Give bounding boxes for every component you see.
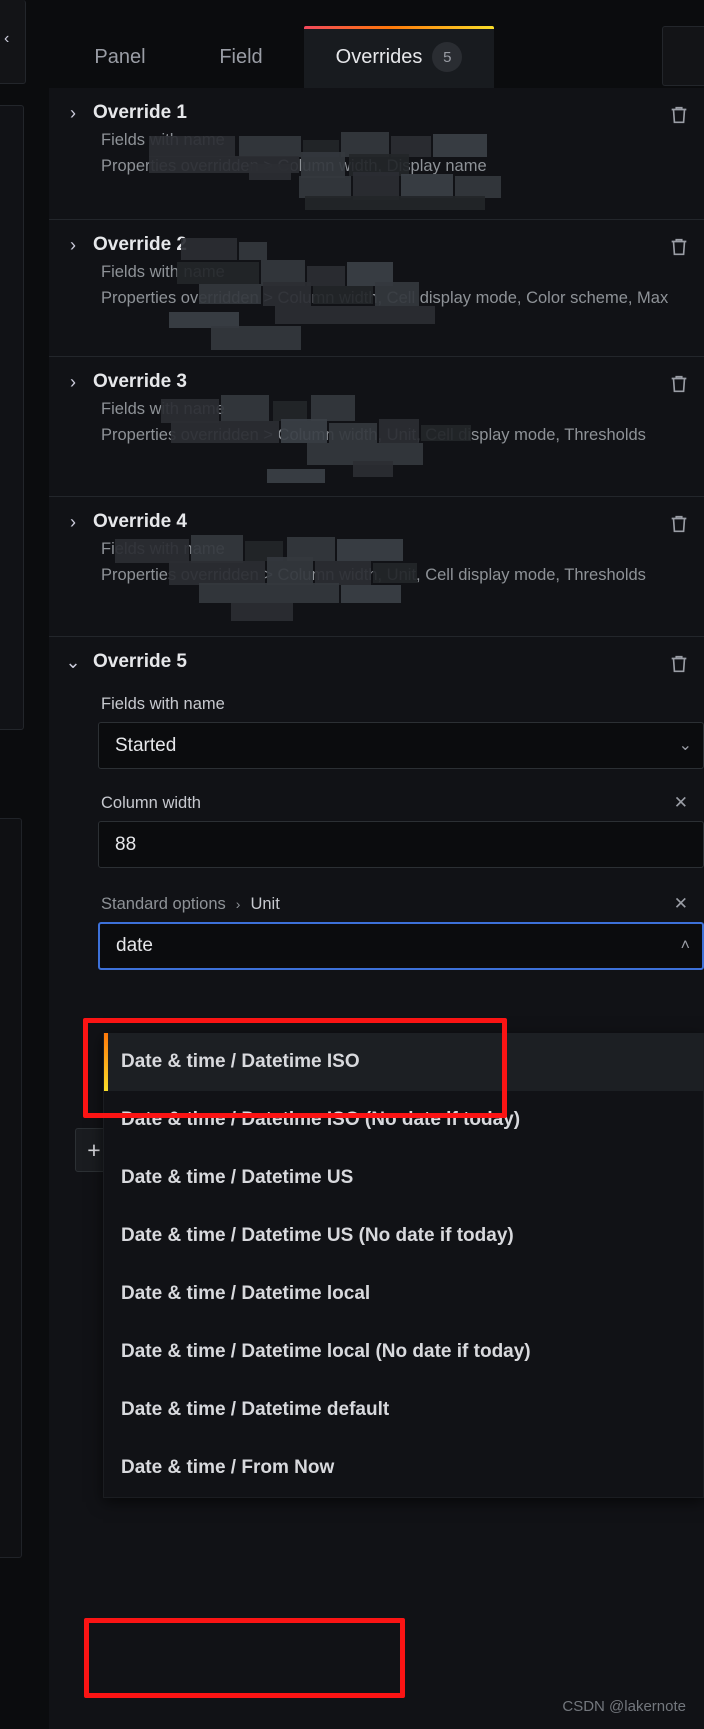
unit-option-label: Date & time / Datetime US (121, 1167, 354, 1188)
unit-option-datetime-iso[interactable]: Date & time / Datetime ISO (104, 1033, 703, 1091)
column-width-row: Column width ✕ (49, 793, 704, 813)
unit-option-datetime-local[interactable]: Date & time / Datetime local (104, 1265, 703, 1323)
overrides-count-badge: 5 (432, 42, 463, 72)
unit-option-label: Date & time / Datetime US (No date if to… (121, 1225, 514, 1246)
override-item-4[interactable]: › Override 4 Fields with name Properties… (49, 497, 704, 637)
override-4-title: Override 4 (93, 511, 187, 532)
unit-option-label: Date & time / Datetime local (121, 1283, 371, 1304)
unit-option-datetime-default[interactable]: Date & time / Datetime default (104, 1381, 703, 1439)
chevron-up-icon: ˄ (680, 937, 690, 954)
unit-option-datetime-local-no-date-today[interactable]: Date & time / Datetime local (No date if… (104, 1323, 703, 1381)
remove-column-width-icon[interactable]: ✕ (674, 793, 688, 813)
fields-with-name-label: Fields with name (101, 695, 225, 713)
unit-option-label: Date & time / Datetime default (121, 1399, 390, 1420)
chevron-right-icon: › (70, 372, 76, 392)
tab-overrides-label: Overrides (335, 45, 423, 68)
override-5-header[interactable]: ⌄ Override 5 (49, 651, 704, 673)
tab-field-label: Field (219, 45, 263, 68)
override-item-5[interactable]: ⌄ Override 5 Fields with name Started ⌄ … (49, 637, 704, 970)
delete-override-5-icon[interactable] (668, 653, 690, 677)
unit-input-value: date (116, 935, 153, 956)
override-1-header[interactable]: › Override 1 (49, 102, 704, 124)
unit-option-label: Date & time / Datetime ISO (No date if t… (121, 1109, 521, 1130)
delete-override-1-icon[interactable] (668, 104, 690, 128)
chevron-down-icon: ⌄ (678, 737, 692, 754)
options-tab-bar: Panel Field Overrides 5 (26, 0, 704, 88)
unit-option-label: Date & time / Datetime local (No date if… (121, 1341, 531, 1362)
unit-breadcrumb-leaf: Unit (250, 894, 280, 913)
chevron-right-icon: › (70, 235, 76, 255)
left-side-strip-lower (0, 818, 22, 1558)
remove-unit-icon[interactable]: ✕ (674, 894, 688, 914)
chevron-down-icon: ⌄ (65, 652, 81, 672)
override-3-title: Override 3 (93, 371, 187, 392)
unit-dropdown-menu: Date & time / Datetime ISO Date & time /… (103, 1033, 704, 1498)
delete-override-4-icon[interactable] (668, 513, 690, 537)
unit-option-datetime-iso-no-date-today[interactable]: Date & time / Datetime ISO (No date if t… (104, 1091, 703, 1149)
override-item-2[interactable]: › Override 2 Fields with name Properties… (49, 220, 704, 357)
override-2-header[interactable]: › Override 2 (49, 234, 704, 256)
unit-option-datetime-us[interactable]: Date & time / Datetime US (104, 1149, 703, 1207)
override-2-title: Override 2 (93, 234, 187, 255)
delete-override-3-icon[interactable] (668, 373, 690, 397)
override-3-header[interactable]: › Override 3 (49, 371, 704, 393)
override-item-1[interactable]: › Override 1 Fields with name Properties… (49, 88, 704, 220)
override-4-header[interactable]: › Override 4 (49, 511, 704, 533)
override-1-title: Override 1 (93, 102, 187, 123)
unit-option-from-now[interactable]: Date & time / From Now (104, 1439, 703, 1497)
unit-combobox[interactable]: date ˄ (98, 922, 704, 970)
delete-override-2-icon[interactable] (668, 236, 690, 260)
tab-panel[interactable]: Panel (70, 26, 170, 88)
tab-panel-label: Panel (94, 45, 146, 68)
column-width-value: 88 (115, 833, 137, 855)
plus-icon: + (87, 1136, 101, 1163)
unit-breadcrumb-root: Standard options (101, 894, 226, 913)
tab-overrides[interactable]: Overrides 5 (304, 26, 494, 88)
unit-option-label: Date & time / Datetime ISO (121, 1051, 360, 1072)
unit-option-label: Date & time / From Now (121, 1457, 335, 1478)
override-item-3[interactable]: › Override 3 Fields with name Properties… (49, 357, 704, 497)
fields-with-name-select[interactable]: Started ⌄ (98, 722, 704, 769)
override-3-matcher: Fields with name (101, 400, 225, 418)
tab-field[interactable]: Field (196, 26, 286, 88)
fields-with-name-value: Started (115, 734, 177, 756)
unit-option-datetime-us-no-date-today[interactable]: Date & time / Datetime US (No date if to… (104, 1207, 703, 1265)
left-collapse-rail[interactable]: ‹ (0, 0, 26, 84)
left-side-strip-upper (0, 105, 24, 730)
column-width-input[interactable]: 88 (98, 821, 704, 868)
chevron-right-icon: › (235, 896, 241, 912)
chevron-right-icon: › (70, 512, 76, 532)
unit-breadcrumb: Standard options › Unit ✕ (49, 894, 704, 914)
column-width-label: Column width (101, 793, 201, 812)
chevron-right-icon: › (70, 103, 76, 123)
chevron-left-icon: ‹ (4, 30, 10, 47)
override-5-title: Override 5 (93, 651, 187, 672)
watermark: CSDN @lakernote (562, 1698, 686, 1715)
grafana-panel-editor-overrides: ‹ Panel Field Overrides 5 › Override 1 F… (0, 0, 704, 1729)
